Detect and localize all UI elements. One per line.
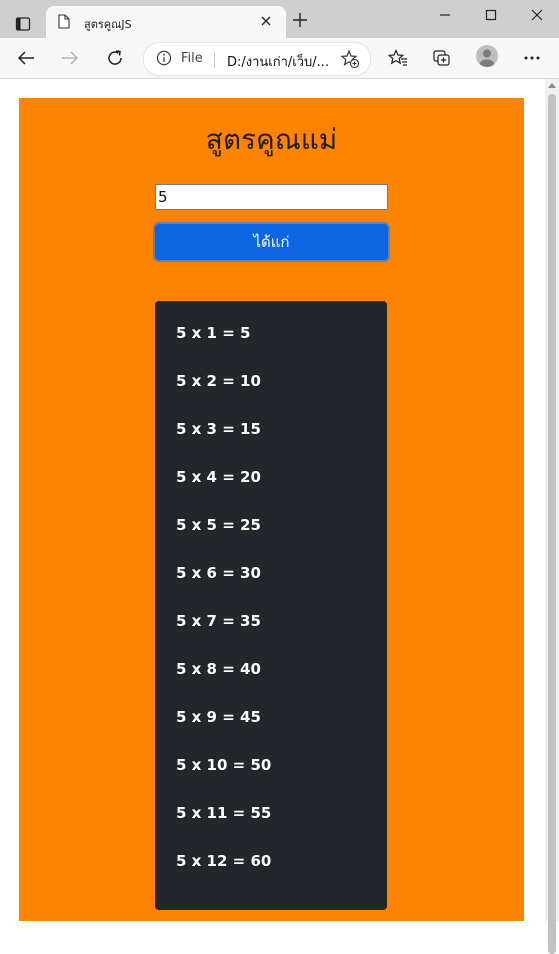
refresh-button[interactable] <box>103 46 127 70</box>
result-item: 5 x 5 = 25 <box>176 516 261 534</box>
result-item: 5 x 12 = 60 <box>176 852 272 870</box>
page-title: สูตรคูณแม่ <box>205 123 338 156</box>
maximize-button[interactable] <box>471 0 511 30</box>
minimize-icon <box>440 14 450 16</box>
result-item: 5 x 1 = 5 <box>176 324 251 342</box>
minimize-button[interactable] <box>425 0 465 30</box>
forward-button[interactable] <box>58 46 82 70</box>
scrollbar-thumb[interactable] <box>548 94 556 954</box>
add-favorite-icon[interactable] <box>340 49 360 69</box>
browser-toolbar: File D:/งานเก่า/เว็บ/... <box>0 38 559 79</box>
more-icon <box>524 56 540 60</box>
maximize-icon <box>485 9 497 21</box>
new-tab-icon[interactable] <box>292 12 308 28</box>
info-icon[interactable] <box>156 50 172 66</box>
back-button[interactable] <box>14 46 38 70</box>
browser-tab[interactable]: สูตรคูณJS <box>46 6 286 38</box>
result-item: 5 x 9 = 45 <box>176 708 261 726</box>
close-tab-icon[interactable] <box>260 15 272 27</box>
result-item: 5 x 7 = 35 <box>176 612 261 630</box>
browser-title-bar: สูตรคูณJS <box>0 0 559 38</box>
address-bar[interactable]: File D:/งานเก่า/เว็บ/... <box>143 42 371 76</box>
window-close-button[interactable] <box>517 0 557 30</box>
profile-icon <box>479 49 495 67</box>
favorites-button[interactable] <box>386 46 410 70</box>
collections-icon <box>433 50 450 66</box>
result-item: 5 x 3 = 15 <box>176 420 261 438</box>
forward-arrow-icon <box>62 51 79 65</box>
tab-title: สูตรคูณJS <box>84 18 132 31</box>
address-separator <box>214 51 215 68</box>
favorites-icon <box>388 49 407 66</box>
page-icon <box>58 14 70 29</box>
profile-avatar[interactable] <box>476 45 498 67</box>
result-item: 5 x 4 = 20 <box>176 468 261 486</box>
collections-button[interactable] <box>430 46 454 70</box>
url-text[interactable]: D:/งานเก่า/เว็บ/... <box>227 51 329 72</box>
result-item: 5 x 8 = 40 <box>176 660 261 678</box>
multiplication-card: สูตรคูณแม่ ได้แก่ 5 x 1 = 5 5 x 2 = 10 5… <box>19 98 524 921</box>
refresh-icon <box>108 50 122 65</box>
number-input[interactable] <box>155 184 388 210</box>
result-item: 5 x 2 = 10 <box>176 372 261 390</box>
settings-more-button[interactable] <box>520 46 544 70</box>
result-item: 5 x 10 = 50 <box>176 756 272 774</box>
tab-actions-button[interactable] <box>8 10 38 38</box>
back-arrow-icon <box>17 51 34 65</box>
window-close-icon <box>531 9 543 21</box>
page-viewport: สูตรคูณแม่ ได้แก่ 5 x 1 = 5 5 x 2 = 10 5… <box>0 79 545 921</box>
result-list: 5 x 1 = 5 5 x 2 = 10 5 x 3 = 15 5 x 4 = … <box>155 301 387 910</box>
page-scrollbar[interactable] <box>545 79 559 954</box>
scroll-up-arrow-icon[interactable] <box>548 82 556 88</box>
tab-actions-icon <box>15 17 31 31</box>
calculate-button[interactable]: ได้แก่ <box>153 222 390 262</box>
result-item: 5 x 11 = 55 <box>176 804 272 822</box>
url-scheme: File <box>181 51 203 66</box>
result-item: 5 x 6 = 30 <box>176 564 261 582</box>
